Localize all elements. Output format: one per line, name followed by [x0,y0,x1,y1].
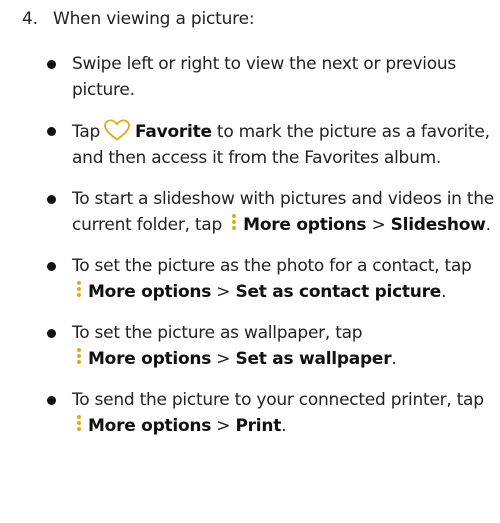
bullet-dot-icon [47,195,56,204]
list-item-text: To set the picture as wallpaper, tap [72,323,363,343]
step-text: When viewing a picture: [53,9,255,29]
list-item-text: To send the picture to your connected pr… [72,390,484,410]
bullet-dot-icon [47,262,56,271]
list-item-text: To set the picture as the photo for a co… [72,256,472,276]
more-options-label: More options [88,282,212,302]
bullet-dot-icon [47,329,56,338]
set-as-contact-picture-label: Set as contact picture [235,282,442,302]
sentence-end: . [281,416,287,436]
help-page: 4. When viewing a picture: Swipe left or … [0,0,500,523]
more-options-icon [229,213,239,235]
heart-outline-icon [102,118,132,142]
favorite-label: Favorite [135,122,212,142]
step-4: 4. When viewing a picture: [22,6,255,32]
more-options-label: More options [88,349,212,369]
bullet-dot-icon [47,396,56,405]
more-options-icon [74,280,84,302]
bullet-dot-icon [47,60,56,69]
list-item-text: Swipe left or right to view the next or … [72,54,457,100]
list-item-slideshow: To start a slideshow with pictures and v… [47,186,497,238]
sentence-end: . [441,282,447,302]
print-label: Print [235,416,282,436]
more-options-label: More options [88,416,212,436]
bullet-dot-icon [47,127,56,136]
list-item-text: Tap [72,122,101,142]
menu-separator: > [216,282,231,302]
step-number: 4. [22,9,38,29]
list-item-wallpaper: To set the picture as wallpaper, tap Mor… [47,320,497,372]
menu-separator: > [216,416,231,436]
sentence-end: . [391,349,397,369]
more-options-icon [74,414,84,436]
list-item-contact-picture: To set the picture as the photo for a co… [47,253,497,305]
sentence-end: . [485,215,491,235]
slideshow-label: Slideshow [390,215,486,235]
more-options-icon [74,347,84,369]
list-item-favorite: Tap Favorite to mark the picture as a fav… [47,118,497,171]
more-options-label: More options [243,215,367,235]
set-as-wallpaper-label: Set as wallpaper [235,349,392,369]
list-item-swipe: Swipe left or right to view the next or … [47,51,497,103]
instruction-list: Swipe left or right to view the next or … [47,51,497,454]
menu-separator: > [216,349,231,369]
menu-separator: > [371,215,386,235]
list-item-print: To send the picture to your connected pr… [47,387,497,439]
